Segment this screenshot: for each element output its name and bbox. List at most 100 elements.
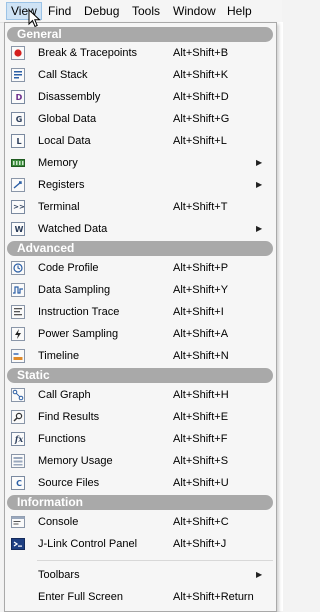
registers-icon (11, 178, 25, 192)
menu-item-label: Power Sampling (38, 328, 119, 340)
instruction-trace-icon (11, 305, 25, 319)
menu-separator (37, 560, 273, 561)
submenu-arrow-icon: ▶ (256, 180, 263, 189)
power-sampling-icon (11, 327, 25, 341)
terminal-icon-glyph: >> (13, 203, 25, 211)
menu-item-label: Timeline (38, 350, 80, 362)
menu-item-shortcut: Alt+Shift+S (173, 455, 229, 467)
menu-debug[interactable]: Debug (80, 3, 123, 19)
menu-item-local-data[interactable]: L Local Data Alt+Shift+L (5, 130, 276, 152)
local-data-icon-glyph: L (16, 137, 22, 146)
menu-item-label: Instruction Trace (38, 306, 120, 318)
menu-item-shortcut: Alt+Shift+H (173, 389, 229, 401)
menu-window[interactable]: Window (169, 3, 220, 19)
section-header-advanced: Advanced (7, 241, 273, 256)
menu-item-label: Data Sampling (38, 284, 111, 296)
menu-item-label: Find Results (38, 411, 100, 423)
code-profile-icon (11, 261, 25, 275)
menu-tools[interactable]: Tools (128, 3, 164, 19)
menu-item-label: Memory (38, 157, 78, 169)
menu-bar: View Find Debug Tools Window Help (0, 0, 282, 23)
breakpoint-icon (11, 46, 25, 60)
menu-item-find-results[interactable]: Find Results Alt+Shift+E (5, 406, 276, 428)
menu-item-data-sampling[interactable]: Data Sampling Alt+Shift+Y (5, 279, 276, 301)
menu-item-shortcut: Alt+Shift+L (173, 135, 227, 147)
menu-item-label: Code Profile (38, 262, 99, 274)
menu-item-shortcut: Alt+Shift+B (173, 47, 229, 59)
memory-usage-icon (11, 454, 25, 468)
menu-item-label: Call Graph (38, 389, 91, 401)
section-title-information: Information (17, 495, 83, 509)
menu-item-label: Disassembly (38, 91, 101, 103)
menu-item-shortcut: Alt+Shift+I (173, 306, 224, 318)
menu-item-instruction-trace[interactable]: Instruction Trace Alt+Shift+I (5, 301, 276, 323)
menu-item-call-stack[interactable]: Call Stack Alt+Shift+K (5, 64, 276, 86)
menu-item-label: Toolbars (38, 569, 80, 581)
menu-item-registers[interactable]: Registers ▶ (5, 174, 276, 196)
menu-help[interactable]: Help (223, 3, 256, 19)
call-graph-icon (11, 388, 25, 402)
menu-item-label: Registers (38, 179, 85, 191)
jlink-icon (11, 538, 25, 550)
menu-item-label: Enter Full Screen (38, 591, 123, 603)
menu-item-jlink-control-panel[interactable]: J-Link Control Panel Alt+Shift+J (5, 533, 276, 555)
menu-item-label: Source Files (38, 477, 100, 489)
view-menu-dropdown: General Break & Tracepoints Alt+Shift+B … (4, 22, 277, 612)
menu-item-shortcut: Alt+Shift+G (173, 113, 230, 125)
menu-item-label: Functions (38, 433, 86, 445)
functions-icon-glyph: fx (14, 434, 24, 444)
menu-item-enter-full-screen[interactable]: Enter Full Screen Alt+Shift+Return (5, 586, 276, 608)
menu-item-source-files[interactable]: C Source Files Alt+Shift+U (5, 472, 276, 494)
data-sampling-icon (11, 283, 25, 297)
menu-item-console[interactable]: Console Alt+Shift+C (5, 511, 276, 533)
submenu-arrow-icon: ▶ (256, 224, 263, 233)
section-title-general: General (17, 27, 62, 41)
functions-icon: fx (11, 432, 25, 446)
mouse-cursor-icon (28, 9, 41, 28)
menu-item-label: Console (38, 516, 79, 528)
menu-item-timeline[interactable]: Timeline Alt+Shift+N (5, 345, 276, 367)
memory-icon (11, 159, 25, 167)
watched-data-icon-glyph: W (14, 225, 24, 234)
menu-item-shortcut: Alt+Shift+F (173, 433, 228, 445)
menu-item-global-data[interactable]: G Global Data Alt+Shift+G (5, 108, 276, 130)
menu-item-call-graph[interactable]: Call Graph Alt+Shift+H (5, 384, 276, 406)
menu-item-disassembly[interactable]: D Disassembly Alt+Shift+D (5, 86, 276, 108)
menu-item-shortcut: Alt+Shift+Y (173, 284, 229, 296)
menu-item-label: Global Data (38, 113, 97, 125)
menu-item-shortcut: Alt+Shift+P (173, 262, 229, 274)
call-stack-icon (11, 68, 25, 82)
menu-item-label: J-Link Control Panel (38, 538, 138, 550)
menu-item-break-tracepoints[interactable]: Break & Tracepoints Alt+Shift+B (5, 42, 276, 64)
section-title-static: Static (17, 368, 50, 382)
menu-item-toolbars[interactable]: Toolbars ▶ (5, 564, 276, 586)
menu-item-shortcut: Alt+Shift+D (173, 91, 229, 103)
menu-item-label: Watched Data (38, 223, 108, 235)
section-header-general: General (7, 27, 273, 42)
menu-item-shortcut: Alt+Shift+C (173, 516, 229, 528)
menu-item-memory[interactable]: Memory ▶ (5, 152, 276, 174)
menu-item-shortcut: Alt+Shift+T (173, 201, 228, 213)
menu-item-shortcut: Alt+Shift+J (173, 538, 227, 550)
source-files-icon-glyph: C (16, 479, 22, 488)
section-header-information: Information (7, 495, 273, 510)
disassembly-icon: D (11, 90, 25, 104)
terminal-icon: >> (11, 200, 25, 214)
global-data-icon-glyph: G (15, 115, 23, 124)
menu-item-memory-usage[interactable]: Memory Usage Alt+Shift+S (5, 450, 276, 472)
menu-find[interactable]: Find (44, 3, 75, 19)
menu-item-terminal[interactable]: >> Terminal Alt+Shift+T (5, 196, 276, 218)
menu-item-shortcut: Alt+Shift+Return (173, 591, 254, 603)
menu-item-shortcut: Alt+Shift+E (173, 411, 229, 423)
menu-item-functions[interactable]: fx Functions Alt+Shift+F (5, 428, 276, 450)
watched-data-icon: W (11, 222, 25, 236)
menu-item-power-sampling[interactable]: Power Sampling Alt+Shift+A (5, 323, 276, 345)
menu-item-shortcut: Alt+Shift+N (173, 350, 229, 362)
menu-item-watched-data[interactable]: W Watched Data ▶ (5, 218, 276, 240)
menu-item-code-profile[interactable]: Code Profile Alt+Shift+P (5, 257, 276, 279)
submenu-arrow-icon: ▶ (256, 158, 263, 167)
menu-item-shortcut: Alt+Shift+A (173, 328, 229, 340)
section-header-static: Static (7, 368, 273, 383)
menu-item-shortcut: Alt+Shift+K (173, 69, 229, 81)
disassembly-icon-glyph: D (15, 93, 23, 102)
